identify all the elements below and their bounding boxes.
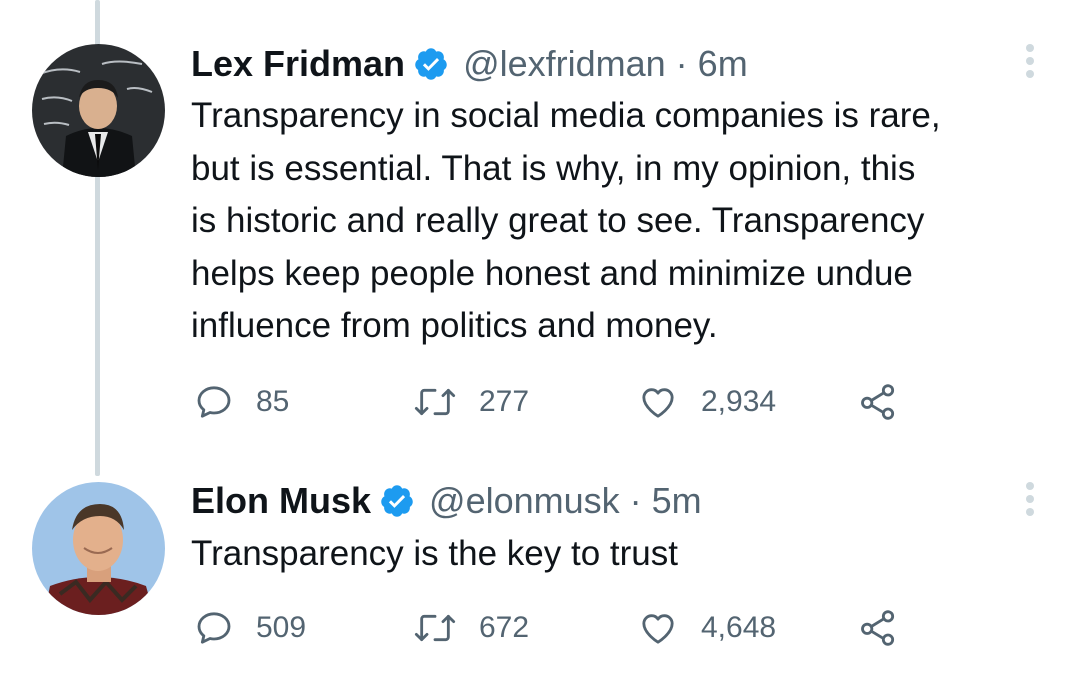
- share-icon: [861, 610, 895, 646]
- reply-button[interactable]: 509: [194, 606, 306, 650]
- like-count: 2,934: [701, 385, 777, 418]
- author-name[interactable]: Elon Musk: [191, 480, 371, 522]
- avatar[interactable]: [32, 44, 165, 177]
- reply-icon: [197, 386, 231, 418]
- tweet-actions: 509 672 4,648: [191, 606, 1071, 650]
- avatar[interactable]: [32, 482, 165, 615]
- more-vertical-icon[interactable]: [1020, 42, 1040, 86]
- author-handle[interactable]: @elonmusk: [429, 480, 620, 522]
- share-icon: [861, 384, 895, 420]
- share-button[interactable]: [858, 380, 898, 424]
- retweet-icon: [414, 614, 456, 642]
- tweet-text: Transparency is the key to trust: [191, 528, 1071, 581]
- tweet-text-line: is historic and really great to see. Tra…: [191, 201, 925, 240]
- tweet[interactable]: Lex Fridman @lexfridman · 6m Transparenc…: [0, 0, 1080, 440]
- author-handle[interactable]: @lexfridman: [463, 43, 666, 85]
- retweet-count: 672: [479, 611, 530, 644]
- retweet-count: 277: [479, 385, 530, 418]
- retweet-button[interactable]: 672: [413, 606, 529, 650]
- tweet-text: Transparency in social media companies i…: [191, 90, 1071, 353]
- tweet-timestamp[interactable]: 5m: [652, 480, 702, 522]
- like-button[interactable]: 4,648: [637, 606, 776, 650]
- heart-icon: [642, 388, 674, 418]
- reply-icon: [197, 612, 231, 644]
- verified-badge-icon: [413, 46, 449, 82]
- tweet-actions: 85 277 2,934: [191, 380, 1071, 424]
- share-button[interactable]: [858, 606, 898, 650]
- verified-badge-icon: [379, 483, 415, 519]
- tweet-text-line: Transparency in social media companies i…: [191, 96, 941, 135]
- like-button[interactable]: 2,934: [637, 380, 776, 424]
- lex-fridman-avatar-image: [32, 44, 165, 177]
- tweet-text-line: but is essential. That is why, in my opi…: [191, 148, 916, 188]
- heart-icon: [642, 614, 674, 644]
- tweet-text-line: helps keep people honest and minimize un…: [191, 253, 913, 293]
- tweet-header: Elon Musk @elonmusk · 5m: [191, 477, 702, 525]
- reply-button[interactable]: 85: [194, 380, 289, 424]
- tweet-text-line: Transparency is the key to trust: [191, 534, 678, 573]
- reply-count: 85: [256, 385, 290, 418]
- tweet[interactable]: Elon Musk @elonmusk · 5m Transparency is…: [0, 440, 1080, 677]
- tweet-text-line: influence from politics and money.: [191, 306, 718, 345]
- author-name[interactable]: Lex Fridman: [191, 43, 405, 85]
- tweet-header: Lex Fridman @lexfridman · 6m: [191, 40, 748, 88]
- reply-count: 509: [256, 611, 307, 644]
- retweet-button[interactable]: 277: [413, 380, 529, 424]
- like-count: 4,648: [701, 611, 777, 644]
- elon-musk-avatar-image: [32, 482, 165, 615]
- tweet-timestamp[interactable]: 6m: [698, 43, 748, 85]
- retweet-icon: [414, 388, 456, 416]
- separator-dot: ·: [629, 480, 642, 521]
- more-vertical-icon[interactable]: [1020, 480, 1040, 524]
- separator-dot: ·: [675, 43, 688, 84]
